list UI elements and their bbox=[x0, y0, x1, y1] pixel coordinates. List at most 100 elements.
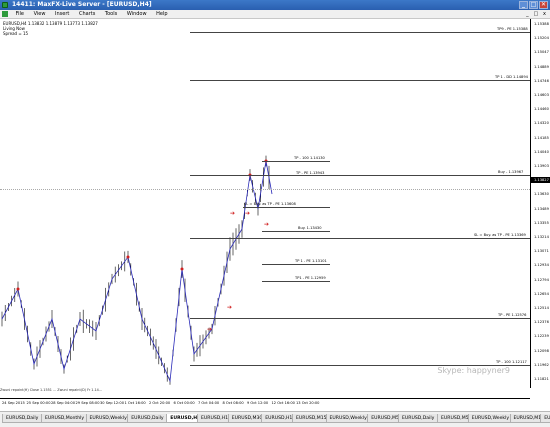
price-tick-label: 1.12654 bbox=[534, 291, 549, 296]
time-tick-label: 24 Sep 2015 bbox=[2, 401, 25, 405]
mdi-close-button[interactable]: x bbox=[541, 10, 548, 19]
price-tick-label: 1.12376 bbox=[534, 320, 549, 325]
chart-tab[interactable]: EURUSD,Monthly bbox=[41, 414, 89, 423]
level-label: SL = Buy. as TP - PE 1.13369 bbox=[474, 233, 526, 237]
buy-arrow-icon: ➔ bbox=[227, 304, 233, 311]
level-line[interactable] bbox=[190, 175, 330, 176]
level-label: Buy - 1.13967 bbox=[498, 170, 524, 174]
level-label: TP9 - PE 1.15388 bbox=[497, 27, 528, 31]
menu-view[interactable]: View bbox=[30, 10, 50, 19]
time-tick-label: 25 Sep 00:00 bbox=[26, 401, 51, 405]
time-axis: 24 Sep 2015 25 Sep 00:00 28 Sep 04:00 29 Se… bbox=[0, 398, 530, 407]
pivot-dot bbox=[180, 267, 184, 271]
menu-window[interactable]: Window bbox=[123, 10, 151, 19]
price-tick-label: 1.15047 bbox=[534, 50, 549, 55]
bid-line bbox=[0, 189, 530, 190]
price-tick-label: 1.14460 bbox=[534, 107, 549, 112]
price-tick-label: 1.13630 bbox=[534, 192, 549, 197]
mdi-minimize-button[interactable]: _ bbox=[524, 10, 531, 19]
minimize-button[interactable]: _ bbox=[519, 1, 528, 9]
price-tick-label: 1.13071 bbox=[534, 249, 549, 254]
chart-tab[interactable]: EURUSD,Weekly bbox=[85, 414, 131, 423]
level-label: TP 1 - DD 1.14894 bbox=[495, 75, 528, 79]
price-tick-label: 1.13903 bbox=[534, 164, 549, 168]
chart-tab[interactable]: EURUSD,H1 bbox=[540, 414, 550, 423]
level-line[interactable] bbox=[262, 161, 330, 162]
indicator-legend: Zwuni repaint(H) Close 1.1551 ... Zwuni … bbox=[0, 388, 103, 392]
time-tick-label: 7 Oct 04:00 bbox=[198, 401, 220, 405]
level-line[interactable] bbox=[190, 80, 530, 81]
level-label: TP - 100 1.12117 bbox=[496, 360, 527, 364]
chart-tab[interactable]: EURUSD,Daily bbox=[127, 414, 168, 423]
time-tick-label: 9 Oct 12:00 bbox=[247, 401, 269, 405]
level-line[interactable] bbox=[190, 32, 530, 33]
chart-tab[interactable]: EURUSD,Daily bbox=[2, 414, 43, 423]
maximize-button[interactable]: □ bbox=[529, 1, 538, 9]
price-tick-label: 1.14746 bbox=[534, 78, 549, 83]
chart-window[interactable]: EURUSD,H4 1.13832 1.13879 1.13773 1.1382… bbox=[0, 19, 550, 411]
price-tick-label: 1.13489 bbox=[534, 206, 549, 211]
time-tick-label: 29 Sep 08:00 bbox=[75, 401, 100, 405]
chart-tab[interactable]: EURUSD,Weekly bbox=[467, 414, 514, 423]
level-label: TP - 100 1.14130 bbox=[294, 156, 325, 160]
time-tick-label: 2 Oct 20:00 bbox=[149, 401, 171, 405]
price-tick-label: 1.14040 bbox=[534, 149, 549, 154]
menu-insert[interactable]: Insert bbox=[51, 10, 73, 19]
level-line[interactable] bbox=[330, 175, 530, 176]
mdi-restore-button[interactable]: □ bbox=[532, 10, 539, 19]
price-tick-label: 1.13355 bbox=[534, 220, 549, 225]
level-label: TP - PE 1.12576 bbox=[498, 313, 527, 317]
menu-help[interactable]: Help bbox=[152, 10, 171, 19]
time-tick-label: 8 Oct 08:00 bbox=[222, 401, 244, 405]
level-line[interactable] bbox=[262, 264, 330, 265]
price-tick-label: 1.14185 bbox=[534, 135, 549, 140]
level-line[interactable] bbox=[262, 281, 330, 282]
time-tick-label: 28 Sep 04:00 bbox=[51, 401, 75, 405]
level-line[interactable] bbox=[190, 238, 530, 239]
price-tick-label: 1.14889 bbox=[534, 64, 549, 69]
window-title: 14411: MaxFX-Live Server - [EURUSD,H4] bbox=[12, 1, 152, 8]
price-tick-label: 1.12239 bbox=[534, 334, 549, 339]
time-tick-label: 6 Oct 00:00 bbox=[173, 401, 195, 405]
zigzag-line bbox=[1, 160, 273, 383]
price-tick-label: 1.13827 bbox=[531, 177, 550, 184]
chart-tab[interactable]: EURUSD,Weekly bbox=[325, 414, 371, 423]
app-icon bbox=[2, 2, 8, 8]
pivot-dot bbox=[126, 255, 130, 259]
price-tick-label: 1.13214 bbox=[534, 235, 549, 239]
price-tick-label: 1.15388 bbox=[534, 22, 549, 26]
close-button[interactable]: ✕ bbox=[539, 1, 548, 9]
menu-bar: File View Insert Charts Tools Window Hel… bbox=[0, 10, 550, 19]
pivot-dot bbox=[16, 287, 20, 291]
menu-charts[interactable]: Charts bbox=[75, 10, 99, 19]
level-line[interactable] bbox=[243, 207, 330, 208]
buy-arrow-icon: ➔ bbox=[207, 326, 213, 333]
chart-tab[interactable]: EURUSD,Daily bbox=[398, 414, 439, 423]
level-label: TP1 - PE 1.12959 bbox=[295, 276, 326, 280]
price-tick-label: 1.11821 bbox=[534, 377, 549, 381]
level-label: SL = Buy. as TP - PE 1.13608 bbox=[244, 202, 296, 206]
menu-tools[interactable]: Tools bbox=[101, 10, 121, 19]
level-line[interactable] bbox=[262, 231, 330, 232]
time-tick-label: 13 Oct 20:00 bbox=[296, 401, 320, 405]
price-scale[interactable]: 1.15388 1.15204 1.15047 1.14889 1.14746 1.146… bbox=[530, 19, 550, 388]
price-tick-label: 1.11962 bbox=[534, 362, 549, 367]
time-tick-label: 1 Oct 16:00 bbox=[124, 401, 146, 405]
menu-file[interactable]: File bbox=[12, 10, 28, 19]
title-bar: 14411: MaxFX-Live Server - [EURUSD,H4] _… bbox=[0, 0, 550, 10]
time-tick-label: 12 Oct 16:00 bbox=[271, 401, 295, 405]
price-tick-label: 1.14603 bbox=[534, 93, 549, 97]
price-tick-label: 1.12934 bbox=[534, 263, 549, 268]
buy-arrow-icon: ➔ bbox=[245, 210, 251, 217]
time-tick-label: 30 Sep 12:00 bbox=[100, 401, 124, 405]
price-tick-label: 1.12098 bbox=[534, 348, 549, 353]
buy-arrow-icon: ➔ bbox=[230, 210, 236, 217]
buy-arrow-icon: ➔ bbox=[264, 221, 270, 228]
price-tick-label: 1.14320 bbox=[534, 121, 549, 126]
level-line[interactable] bbox=[190, 318, 530, 319]
price-tick-label: 1.15204 bbox=[534, 36, 549, 41]
level-label: Buy. 1.13430 bbox=[298, 226, 322, 230]
chart-tabs-bar: ◄ ► EURUSD,DailyEURUSD,MonthlyEURUSD,Wee… bbox=[0, 411, 550, 427]
watermark-text: Skype: happyner9 bbox=[437, 366, 510, 375]
chart-window-icon bbox=[2, 10, 8, 17]
